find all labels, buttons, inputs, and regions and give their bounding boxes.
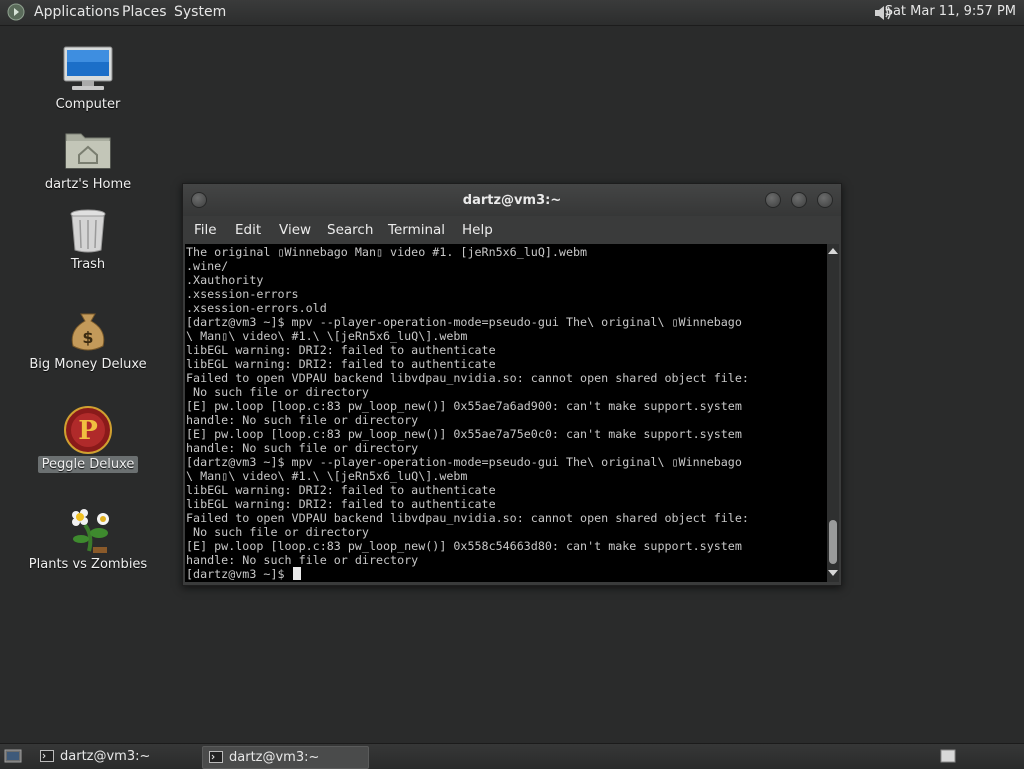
terminal-line: \ Man▯\ video\ #1.\ \[jeRn5x6_luQ\].webm [186, 329, 468, 343]
terminal-icon [209, 751, 223, 767]
scroll-down-arrow-icon[interactable] [828, 570, 838, 576]
bottom-panel: dartz@vm3:~ dartz@vm3:~ [0, 743, 1024, 769]
menu-search[interactable]: Search [327, 222, 373, 238]
plants-vs-zombies-icon [23, 505, 153, 559]
terminal-output[interactable]: The original ▯Winnebago Man▯ video #1. [… [185, 244, 827, 582]
taskbar-button-label: dartz@vm3:~ [60, 749, 151, 764]
terminal-line: Failed to open VDPAU backend libvdpau_nv… [186, 371, 749, 385]
menu-file[interactable]: File [194, 222, 217, 238]
terminal-line: .xsession-errors.old [186, 301, 327, 315]
show-desktop-icon[interactable] [4, 748, 22, 768]
terminal-scrollbar[interactable] [827, 244, 839, 582]
taskbar-button[interactable]: dartz@vm3:~ [34, 746, 199, 767]
gnome-foot-icon[interactable] [7, 3, 25, 25]
text-cursor [292, 567, 301, 580]
system-menu[interactable]: System [174, 4, 226, 20]
terminal-line: libEGL warning: DRI2: failed to authenti… [186, 343, 496, 357]
window-titlebar[interactable]: dartz@vm3:~ [183, 184, 841, 216]
clock[interactable]: Sat Mar 11, 9:57 PM [885, 4, 1016, 19]
desktop-icon-label: Plants vs Zombies [28, 557, 148, 572]
scroll-thumb[interactable] [829, 520, 837, 564]
terminal-line: [E] pw.loop [loop.c:83 pw_loop_new()] 0x… [186, 539, 742, 553]
terminal-line: [E] pw.loop [loop.c:83 pw_loop_new()] 0x… [186, 427, 742, 441]
computer-icon [23, 44, 153, 98]
terminal-line: .Xauthority [186, 273, 264, 287]
menu-terminal[interactable]: Terminal [388, 222, 445, 238]
menu-edit[interactable]: Edit [235, 222, 261, 238]
money-bag-icon: $ [23, 308, 153, 358]
places-menu[interactable]: Places [122, 4, 167, 20]
desktop-icon-label: Big Money Deluxe [29, 357, 147, 372]
svg-text:P: P [78, 416, 98, 446]
terminal-line: [dartz@vm3 ~]$ mpv --player-operation-mo… [186, 455, 742, 469]
desktop-icon-computer[interactable]: Computer [23, 44, 153, 116]
desktop-icon-plants-vs-zombies[interactable]: Plants vs Zombies [23, 505, 153, 575]
scroll-up-arrow-icon[interactable] [828, 248, 838, 254]
terminal-line: [E] pw.loop [loop.c:83 pw_loop_new()] 0x… [186, 399, 742, 413]
terminal-line: handle: No such file or directory [186, 413, 419, 427]
home-folder-icon [23, 128, 153, 176]
minimize-button[interactable] [765, 192, 781, 208]
desktop-icon-home[interactable]: dartz's Home [23, 128, 153, 196]
terminal-line: [dartz@vm3 ~]$ mpv --player-operation-mo… [186, 315, 742, 329]
terminal-window[interactable]: dartz@vm3:~ File Edit View Search Termin… [182, 183, 842, 586]
desktop-icon-label: dartz's Home [44, 177, 132, 192]
trash-icon [23, 208, 153, 258]
menu-help[interactable]: Help [462, 222, 493, 238]
terminal-line: No such file or directory [186, 385, 369, 399]
menu-view[interactable]: View [279, 222, 311, 238]
desktop-icon-label: Peggle Deluxe [23, 456, 153, 473]
terminal-line: libEGL warning: DRI2: failed to authenti… [186, 357, 496, 371]
terminal-line: libEGL warning: DRI2: failed to authenti… [186, 497, 496, 511]
terminal-icon [40, 750, 54, 766]
terminal-line: The original ▯Winnebago Man▯ video #1. [… [186, 245, 588, 259]
terminal-line: Failed to open VDPAU backend libvdpau_nv… [186, 511, 749, 525]
terminal-line: handle: No such file or directory [186, 441, 419, 455]
close-button[interactable] [817, 192, 833, 208]
desktop-icon-label: Trash [70, 257, 106, 272]
applications-menu[interactable]: Applications [34, 4, 120, 20]
peggle-icon: P [23, 405, 153, 459]
terminal-line: No such file or directory [186, 525, 369, 539]
terminal-line: .wine/ [186, 259, 229, 273]
desktop-icon-trash[interactable]: Trash [23, 208, 153, 276]
terminal-line: [dartz@vm3 ~]$ [186, 567, 827, 581]
workspace-switcher-icon[interactable] [940, 749, 956, 767]
maximize-button[interactable] [791, 192, 807, 208]
taskbar-button-label: dartz@vm3:~ [229, 750, 320, 765]
window-title: dartz@vm3:~ [462, 193, 562, 208]
svg-text:$: $ [82, 328, 93, 347]
terminal-line: \ Man▯\ video\ #1.\ \[jeRn5x6_luQ\].webm [186, 469, 468, 483]
terminal-menubar: File Edit View Search Terminal Help [183, 216, 841, 244]
terminal-line: .xsession-errors [186, 287, 299, 301]
desktop-icon-label-text: Peggle Deluxe [37, 456, 139, 473]
top-panel: Applications Places System Sat Mar 11, 9… [0, 0, 1024, 26]
terminal-line: libEGL warning: DRI2: failed to authenti… [186, 483, 496, 497]
desktop-icon-peggle-deluxe[interactable]: P Peggle Deluxe [23, 405, 153, 477]
taskbar-button-active[interactable]: dartz@vm3:~ [202, 746, 369, 769]
desktop-icon-big-money-deluxe[interactable]: $ Big Money Deluxe [23, 308, 153, 378]
desktop-icon-label: Computer [55, 97, 121, 112]
terminal-line: handle: No such file or directory [186, 553, 419, 567]
